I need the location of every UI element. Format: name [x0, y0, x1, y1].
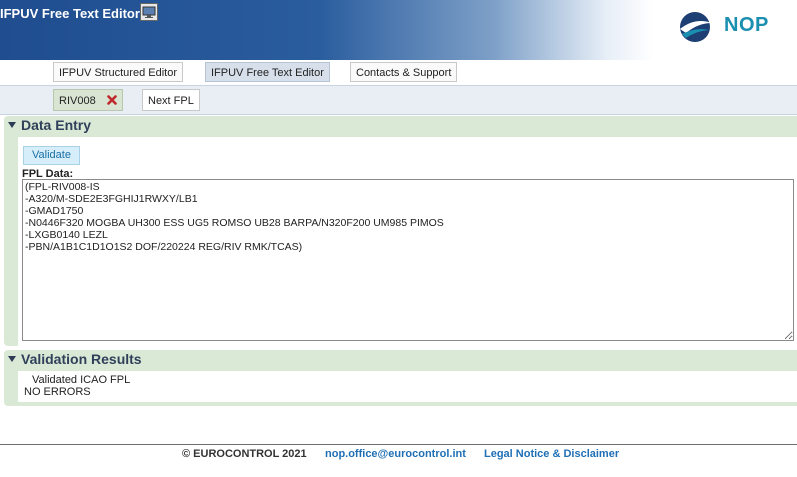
fpl-tab-riv008[interactable]: RIV008: [53, 89, 123, 111]
app-header: IFPUV Free Text Editor NOP: [0, 0, 797, 60]
footer: © EUROCONTROL 2021 nop.office@eurocontro…: [0, 448, 797, 462]
collapse-triangle-icon[interactable]: [8, 122, 16, 128]
nop-logo: NOP: [676, 9, 786, 45]
copyright-text: © EUROCONTROL 2021: [182, 448, 307, 460]
validated-fpl-title: Validated ICAO FPL: [32, 374, 131, 386]
footer-divider: [0, 444, 797, 445]
fpl-tab-label: RIV008: [59, 95, 96, 107]
fpl-tab-bar: RIV008 Next FPL: [0, 86, 797, 115]
data-entry-panel: Data Entry Validate FPL Data: (FPL-RIV00…: [4, 116, 797, 346]
app-title: IFPUV Free Text Editor: [0, 6, 140, 21]
monitor-icon[interactable]: [140, 3, 158, 21]
tab-free-text-editor[interactable]: IFPUV Free Text Editor: [205, 62, 330, 82]
legal-notice-link[interactable]: Legal Notice & Disclaimer: [484, 448, 619, 460]
next-fpl-tab[interactable]: Next FPL: [142, 89, 200, 111]
validate-button[interactable]: Validate: [23, 146, 80, 165]
validation-results-body: Validated ICAO FPL NO ERRORS: [18, 371, 797, 402]
main-tab-bar: IFPUV Structured Editor IFPUV Free Text …: [0, 60, 797, 86]
validation-status: NO ERRORS: [24, 386, 91, 398]
data-entry-heading: Data Entry: [21, 117, 92, 133]
validation-results-panel: Validation Results Validated ICAO FPL NO…: [4, 350, 797, 406]
close-icon[interactable]: [106, 91, 117, 105]
data-entry-body: Validate FPL Data: (FPL-RIV008-IS -A320/…: [18, 137, 797, 346]
validation-results-heading: Validation Results: [21, 351, 142, 367]
validation-results-header[interactable]: Validation Results: [8, 350, 142, 368]
email-link[interactable]: nop.office@eurocontrol.int: [325, 448, 466, 460]
collapse-triangle-icon[interactable]: [8, 356, 16, 362]
tab-contacts-support[interactable]: Contacts & Support: [350, 62, 458, 82]
data-entry-header[interactable]: Data Entry: [8, 116, 91, 134]
tab-structured-editor[interactable]: IFPUV Structured Editor: [53, 62, 183, 82]
fpl-data-textarea[interactable]: (FPL-RIV008-IS -A320/M-SDE2E3FGHIJ1RWXY/…: [22, 179, 794, 341]
logo-text: NOP: [724, 14, 769, 36]
nop-logo-icon: [680, 12, 712, 42]
